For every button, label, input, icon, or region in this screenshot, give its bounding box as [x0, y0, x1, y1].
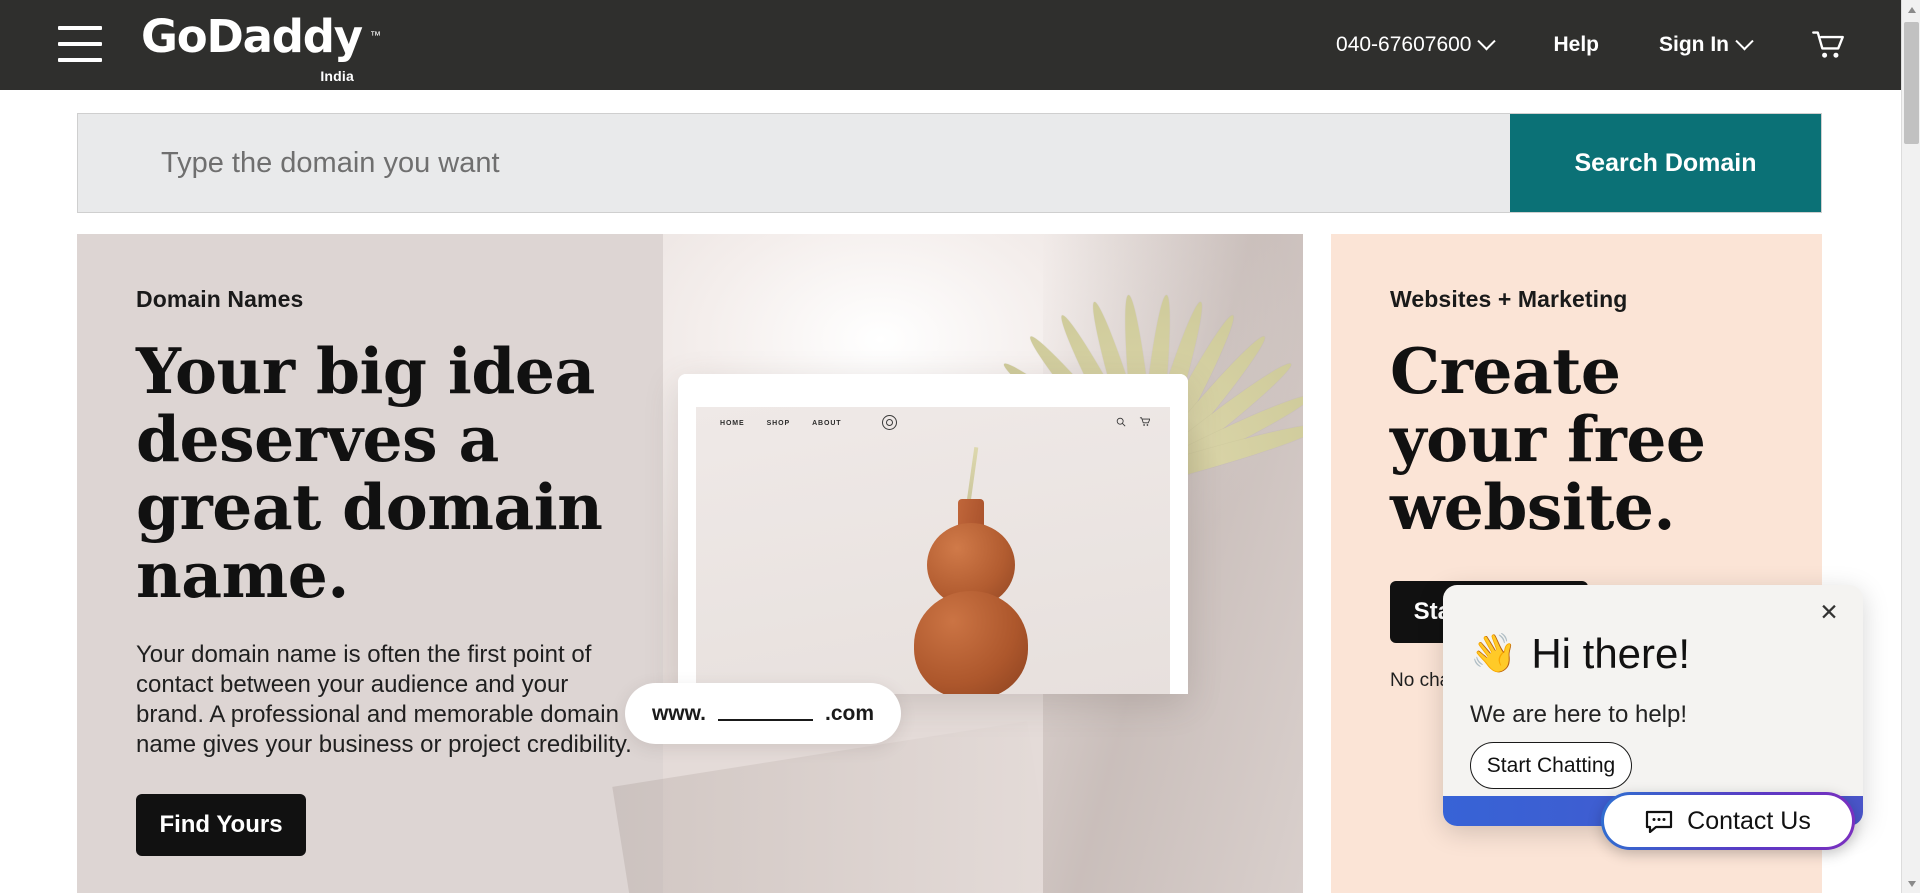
help-link[interactable]: Help: [1523, 33, 1629, 57]
help-label: Help: [1553, 33, 1599, 56]
vase-lower-bulb: [914, 591, 1028, 694]
scrollbar-thumb[interactable]: [1904, 22, 1919, 144]
chat-popup: ✕ 👋 Hi there! We are here to help! Start…: [1443, 585, 1863, 826]
mockup-nav-item: ABOUT: [812, 420, 842, 427]
godaddy-logo[interactable]: GoDaddy ™ India: [133, 12, 381, 85]
mockup-site-content: HOME SHOP ABOUT: [696, 407, 1170, 694]
cart-icon: [1139, 417, 1150, 426]
domain-search-bar: Search Domain: [77, 113, 1822, 213]
mockup-browser-chrome: [678, 374, 1188, 407]
mockup-nav-item: SHOP: [766, 420, 791, 427]
start-chatting-button[interactable]: Start Chatting: [1470, 742, 1632, 789]
header-nav: 040-67607600 Help Sign In: [1306, 0, 1853, 90]
cart-button[interactable]: [1781, 30, 1853, 60]
find-yours-button[interactable]: Find Yours: [136, 794, 306, 857]
scroll-down-arrow-icon[interactable]: [1902, 874, 1920, 893]
search-input[interactable]: [78, 114, 1510, 212]
hamburger-bar: [58, 42, 102, 46]
domain-example-pill: www. .com: [625, 683, 901, 744]
scroll-up-arrow-icon[interactable]: [1902, 0, 1920, 19]
chevron-down-icon: [1477, 31, 1497, 50]
domain-blank-line: [718, 707, 814, 721]
site-header: GoDaddy ™ India 040-67607600 Help Sign I…: [0, 0, 1901, 90]
sign-in-label: Sign In: [1659, 33, 1729, 56]
contact-us-label: Contact Us: [1687, 806, 1811, 835]
hero-headline: Create your free website.: [1390, 334, 1706, 545]
page-scrollbar[interactable]: [1901, 0, 1920, 893]
search-icon: [1116, 417, 1126, 427]
hero-photo: HOME SHOP ABOUT: [612, 234, 1303, 893]
phone-number-label: 040-67607600: [1336, 33, 1472, 56]
hero-body-text: Your domain name is often the first poin…: [136, 641, 632, 759]
country-label: India: [320, 68, 354, 84]
hero-headline: Your big idea deserves a great domain na…: [136, 334, 603, 613]
mockup-nav: HOME SHOP ABOUT: [696, 407, 1170, 440]
hamburger-bar: [58, 58, 102, 62]
hero-eyebrow: Domain Names: [136, 286, 304, 312]
brand-name: GoDaddy: [141, 9, 363, 63]
trademark-symbol: ™: [369, 30, 381, 42]
flower-monogram-icon: [882, 415, 897, 430]
shopping-cart-icon: [1812, 31, 1844, 58]
waving-hand-icon: 👋: [1470, 633, 1518, 675]
phone-number-dropdown[interactable]: 040-67607600: [1306, 31, 1523, 57]
website-mockup: HOME SHOP ABOUT: [678, 374, 1188, 694]
hero-eyebrow: Websites + Marketing: [1390, 286, 1628, 312]
mockup-nav-item: HOME: [720, 420, 745, 427]
chevron-down-icon: [1735, 31, 1754, 50]
hamburger-bar: [58, 26, 102, 30]
contact-us-button[interactable]: Contact Us: [1601, 792, 1855, 850]
mockup-tools: [1116, 417, 1150, 427]
chat-greeting: Hi there!: [1531, 630, 1691, 677]
photo-floor-shadow: [612, 721, 1054, 893]
search-domain-button[interactable]: Search Domain: [1510, 114, 1821, 212]
domain-prefix: www.: [651, 701, 707, 725]
close-icon[interactable]: ✕: [1817, 601, 1841, 625]
chat-subtitle: We are here to help!: [1470, 701, 1688, 728]
hamburger-menu-icon[interactable]: [58, 26, 102, 62]
domain-hero-copy: Domain Names Your big idea deserves a gr…: [136, 286, 656, 857]
chat-greeting-row: 👋 Hi there!: [1470, 630, 1690, 678]
sign-in-dropdown[interactable]: Sign In: [1629, 31, 1781, 57]
domain-names-hero-card: HOME SHOP ABOUT www. .com Domain Names Y…: [77, 234, 1303, 893]
domain-suffix: .com: [825, 701, 875, 725]
terracotta-vase: [908, 447, 1033, 694]
speech-bubble-icon: [1646, 810, 1673, 833]
